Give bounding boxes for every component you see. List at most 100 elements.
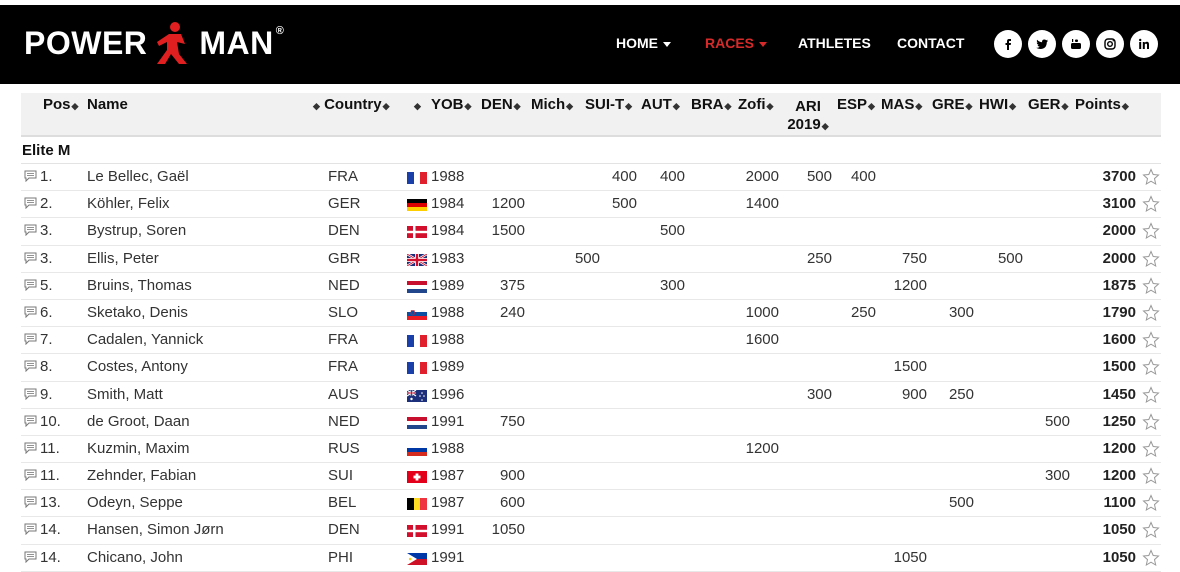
col-pos[interactable]: Pos◆ <box>43 96 78 113</box>
athlete-name[interactable]: Hansen, Simon Jørn <box>87 521 224 538</box>
table-row[interactable]: 14. Chicano, John PHI 1991 1050 1050 <box>21 545 1161 572</box>
points-cell: 3100 <box>1102 195 1136 213</box>
col-den[interactable]: DEN◆ <box>481 96 521 113</box>
comment-icon[interactable] <box>24 170 37 182</box>
table-row[interactable]: 8. Costes, Antony FRA 1989 1500 1500 <box>21 354 1161 382</box>
athlete-name[interactable]: Costes, Antony <box>87 358 188 375</box>
table-row[interactable]: 11. Zehnder, Fabian SUI 1987 900 300 1200 <box>21 463 1161 491</box>
comment-icon[interactable] <box>24 224 37 237</box>
comment-icon[interactable] <box>24 252 37 264</box>
score-cell-den: 750 <box>499 412 525 430</box>
col-mich[interactable]: Mich◆ <box>531 96 573 113</box>
instagram-icon[interactable] <box>1096 30 1124 58</box>
table-row[interactable]: 7. Cadalen, Yannick FRA 1988 1600 1600 <box>21 327 1161 355</box>
comment-icon[interactable] <box>24 442 37 454</box>
table-row[interactable]: 9. Smith, Matt AUS 1996 300 900 250 1450 <box>21 382 1161 409</box>
yob-cell: 1988 <box>431 168 465 185</box>
star-icon[interactable] <box>1142 494 1160 512</box>
table-row[interactable]: 13. Odeyn, Seppe BEL 1987 600 500 1100 <box>21 490 1161 518</box>
nav-athletes[interactable]: ATHLETES <box>798 35 871 51</box>
athlete-name[interactable]: Ellis, Peter <box>87 250 159 267</box>
col-hwi[interactable]: HWI◆ <box>979 96 1016 113</box>
col-gre[interactable]: GRE◆ <box>932 96 972 113</box>
athlete-name[interactable]: Chicano, John <box>87 549 183 566</box>
col-ari-2019[interactable]: ARI 2019◆ <box>784 98 832 135</box>
col-bra[interactable]: BRA◆ <box>691 96 731 113</box>
yob-cell: 1983 <box>431 249 465 267</box>
table-row[interactable]: 5. Bruins, Thomas NED 1989 375 300 1200 1875 <box>21 273 1161 300</box>
table-row[interactable]: 14. Hansen, Simon Jørn DEN 1991 1050 1050 <box>21 517 1161 545</box>
comment-icon[interactable] <box>24 306 37 318</box>
powerman-logo[interactable]: POWER MAN ® <box>24 13 284 73</box>
comment-icon[interactable] <box>24 523 37 536</box>
nav-contact[interactable]: CONTACT <box>897 35 964 51</box>
athlete-name[interactable]: Zehnder, Fabian <box>87 467 196 484</box>
comment-icon[interactable] <box>24 415 37 427</box>
star-icon[interactable] <box>1142 168 1160 186</box>
yob-cell: 1989 <box>431 276 465 294</box>
athlete-name[interactable]: Kuzmin, Maxim <box>87 440 190 457</box>
table-row[interactable]: 11. Kuzmin, Maxim RUS 1988 1200 1200 <box>21 436 1161 464</box>
star-icon[interactable] <box>1142 222 1160 240</box>
star-icon[interactable] <box>1142 385 1160 404</box>
table-row[interactable]: 10. de Groot, Daan NED 1991 750 500 1250 <box>21 409 1161 436</box>
col-flag[interactable]: ◆ <box>413 96 421 113</box>
col-country[interactable]: ◆ Country◆ <box>312 96 390 113</box>
comment-icon[interactable] <box>24 360 37 373</box>
table-row[interactable]: 2. Köhler, Felix GER 1984 1200 500 1400 3100 <box>21 191 1161 219</box>
athlete-name[interactable]: Smith, Matt <box>87 386 163 403</box>
athlete-name[interactable]: Cadalen, Yannick <box>87 331 203 348</box>
col-zofi[interactable]: Zofi◆ <box>738 96 773 113</box>
position-cell: 9. <box>40 385 53 403</box>
table-row[interactable]: 6. Sketako, Denis SLO 1988 240 1000 250 300 1790 <box>21 300 1161 328</box>
yob-cell: 1988 <box>431 331 465 349</box>
comment-icon[interactable] <box>24 333 37 346</box>
country-cell: DEN <box>328 521 360 539</box>
athlete-name[interactable]: Köhler, Felix <box>87 195 170 212</box>
star-icon[interactable] <box>1142 331 1160 349</box>
star-icon[interactable] <box>1142 412 1160 431</box>
athlete-name[interactable]: de Groot, Daan <box>87 413 190 430</box>
score-cell-den: 1200 <box>491 195 525 213</box>
star-icon[interactable] <box>1142 467 1160 485</box>
twitter-icon[interactable] <box>1028 30 1056 58</box>
star-icon[interactable] <box>1142 304 1160 322</box>
star-icon[interactable] <box>1142 521 1160 539</box>
comment-icon[interactable] <box>24 197 37 210</box>
col-sui-t[interactable]: SUI-T◆ <box>585 96 632 113</box>
table-row[interactable]: 3. Bystrup, Soren DEN 1984 1500 500 2000 <box>21 218 1161 246</box>
col-name[interactable]: Name <box>87 96 128 113</box>
table-row[interactable]: 1. Le Bellec, Gaël FRA 1988 400 400 2000 500 400… <box>21 164 1161 192</box>
yob-cell: 1987 <box>431 494 465 512</box>
comment-icon[interactable] <box>24 496 37 509</box>
star-icon[interactable] <box>1142 440 1160 458</box>
col-yob[interactable]: YOB◆ <box>431 96 471 113</box>
athlete-name[interactable]: Sketako, Denis <box>87 304 188 321</box>
athlete-name[interactable]: Le Bellec, Gaël <box>87 168 189 185</box>
star-icon[interactable] <box>1142 195 1160 213</box>
athlete-name[interactable]: Odeyn, Seppe <box>87 494 183 511</box>
star-icon[interactable] <box>1142 358 1160 376</box>
athlete-name[interactable]: Bystrup, Soren <box>87 222 186 239</box>
table-row[interactable]: 3. Ellis, Peter GBR 1983 500 250 750 500 2000 <box>21 246 1161 273</box>
nav-races[interactable]: RACES <box>705 35 768 51</box>
facebook-icon[interactable] <box>994 30 1022 58</box>
star-icon[interactable] <box>1142 277 1160 295</box>
comment-icon[interactable] <box>24 469 37 482</box>
col-mas[interactable]: MAS◆ <box>881 96 922 113</box>
nav-home[interactable]: HOME <box>616 35 671 51</box>
col-ger[interactable]: GER◆ <box>1028 96 1068 113</box>
youtube-icon[interactable] <box>1062 30 1090 58</box>
comment-icon[interactable] <box>24 388 37 400</box>
col-aut[interactable]: AUT◆ <box>641 96 680 113</box>
comment-icon[interactable] <box>24 279 37 291</box>
athlete-name[interactable]: Bruins, Thomas <box>87 277 192 294</box>
star-icon[interactable] <box>1142 249 1160 268</box>
score-cell-zofi: 2000 <box>745 168 779 185</box>
col-esp[interactable]: ESP◆ <box>837 96 875 113</box>
linkedin-icon[interactable] <box>1130 30 1158 58</box>
score-cell-zofi: 1000 <box>745 303 779 321</box>
comment-icon[interactable] <box>24 551 37 563</box>
col-points[interactable]: Points◆ <box>1075 96 1129 113</box>
ned-flag-icon <box>407 416 427 429</box>
